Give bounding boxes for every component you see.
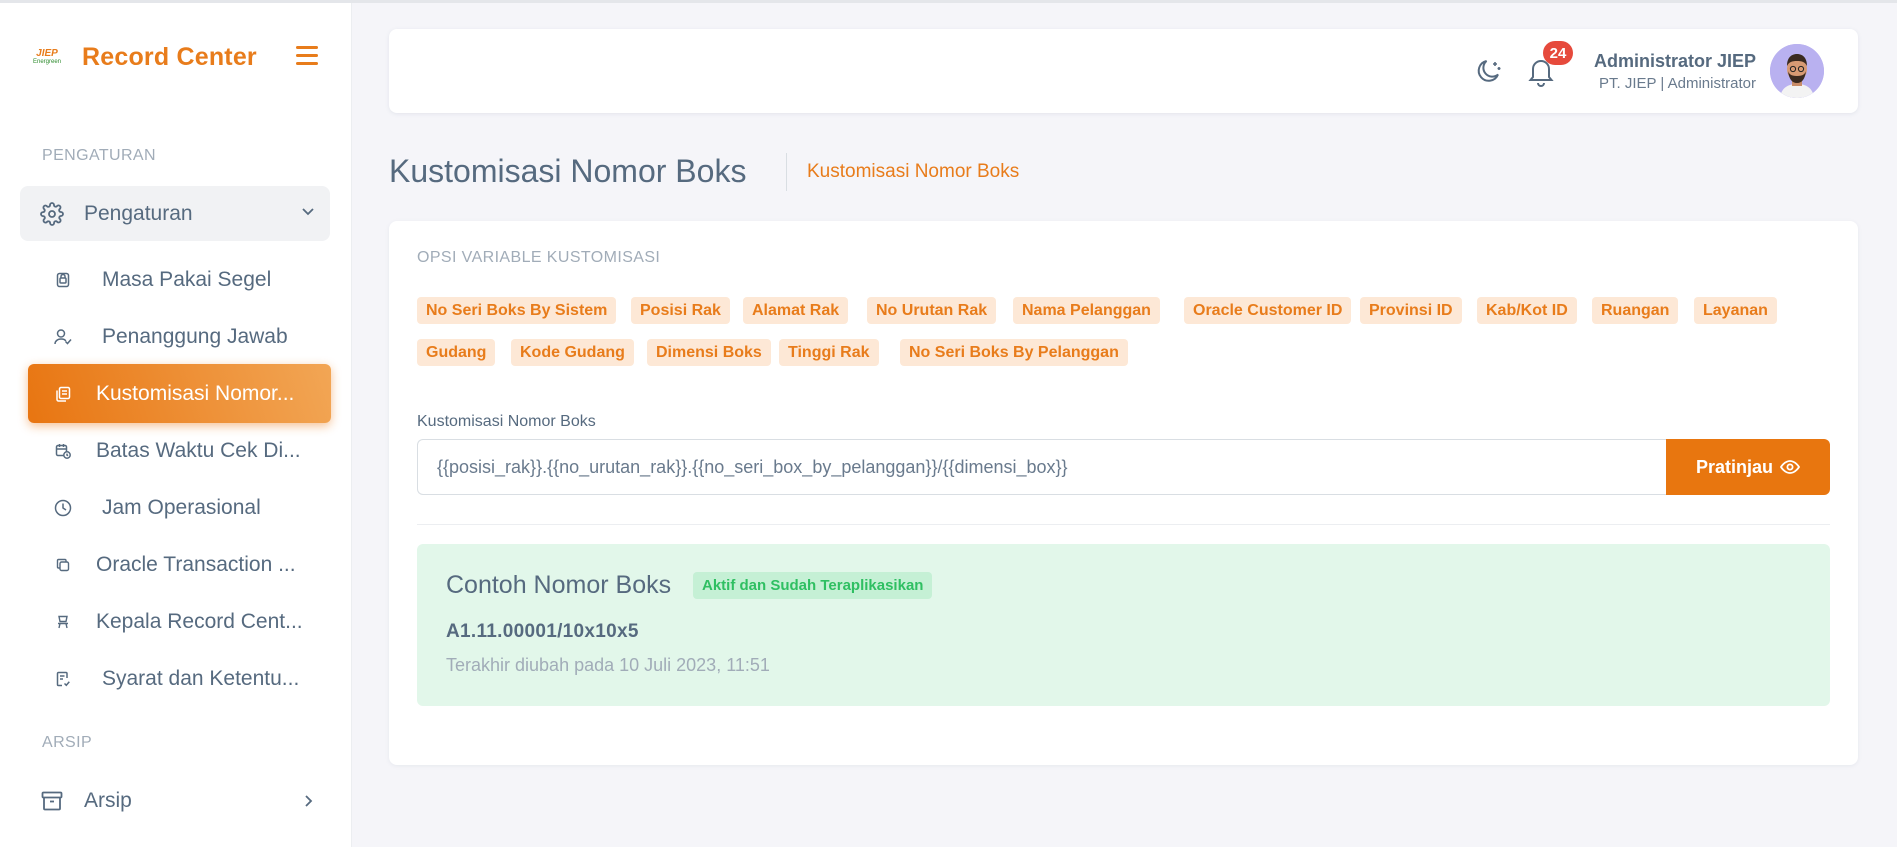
user-name: Administrator JIEP (1593, 51, 1756, 71)
sidebar-item-jam-operasional[interactable]: Jam Operasional (28, 480, 331, 536)
customization-card: OPSI VARIABLE KUSTOMISASI No Seri Boks B… (389, 221, 1858, 765)
title-divider (786, 153, 787, 191)
user-check-icon (54, 328, 72, 346)
variable-chip[interactable]: Gudang (417, 339, 496, 366)
sidebar-item-label: Kustomisasi Nomor... (96, 381, 295, 405)
notification-badge: 24 (1543, 41, 1573, 65)
variable-options-label: OPSI VARIABLE KUSTOMISASI (417, 249, 661, 266)
brand-name: Record Center (82, 42, 257, 71)
breadcrumb[interactable]: Kustomisasi Nomor Boks (807, 161, 1019, 183)
clock-icon (54, 499, 72, 517)
variable-chip[interactable]: Layanan (1694, 297, 1777, 324)
user-info[interactable]: Administrator JIEP PT. JIEP | Administra… (1594, 49, 1756, 95)
variable-chip[interactable]: Dimensi Boks (647, 339, 771, 366)
top-navbar: 24 Administrator JIEP PT. JIEP | Adminis… (389, 29, 1858, 113)
sidebar-item-kustomisasi-nomor[interactable]: Kustomisasi Nomor... (28, 364, 331, 423)
logo-text: JIEP (36, 47, 58, 59)
sidebar-item-syarat-ketentuan[interactable]: Syarat dan Ketentu... (28, 651, 331, 707)
sidebar-item-label: Jam Operasional (102, 496, 261, 519)
sidebar-item-label: Penanggung Jawab (102, 325, 288, 348)
variable-chip[interactable]: Oracle Customer ID (1184, 297, 1352, 324)
preview-button-label: Pratinjau (1695, 456, 1774, 477)
user-role: PT. JIEP | Administrator (1598, 75, 1756, 92)
chevron-down-icon (300, 203, 316, 224)
variable-chip[interactable]: Tinggi Rak (779, 339, 879, 366)
menu-header-pengaturan: PENGATURAN (42, 147, 156, 164)
logo-subtext: Energreen (32, 58, 62, 65)
avatar[interactable] (1770, 44, 1824, 98)
archive-icon (40, 789, 64, 813)
seal-icon (54, 271, 72, 289)
variable-chip[interactable]: Alamat Rak (743, 297, 849, 324)
format-input[interactable] (417, 439, 1666, 495)
menu-header-arsip: ARSIP (42, 734, 93, 751)
section-divider (417, 524, 1830, 525)
format-input-group: Pratinjau (417, 439, 1830, 495)
format-field-label: Kustomisasi Nomor Boks (417, 413, 596, 430)
sidebar-group-label: Pengaturan (84, 201, 193, 225)
example-box: Contoh Nomor Boks Aktif dan Sudah Terapl… (417, 544, 1830, 706)
sidebar-item-oracle-transaction[interactable]: Oracle Transaction ... (28, 537, 331, 593)
calendar-clock-icon (54, 442, 72, 460)
sidebar-item-batas-waktu[interactable]: Batas Waktu Cek Di... (28, 423, 331, 479)
sidebar-item-penanggung-jawab[interactable]: Penanggung Jawab (28, 309, 331, 365)
sidebar-item-label: Kepala Record Cent... (96, 610, 303, 633)
sidebar-group-pengaturan[interactable]: Pengaturan (20, 186, 330, 241)
chevron-right-icon (300, 793, 316, 809)
menu-toggle-icon[interactable] (296, 46, 320, 68)
sidebar-item-label: Syarat dan Ketentu... (102, 667, 300, 690)
document-check-icon (54, 670, 72, 688)
page-title: Kustomisasi Nomor Boks (389, 153, 747, 189)
sidebar-item-label: Masa Pakai Segel (102, 268, 272, 291)
brand[interactable]: JIEP Energreen Record Center (32, 39, 332, 75)
sidebar-group-label: Arsip (84, 789, 132, 812)
variable-chip[interactable]: Provinsi ID (1360, 297, 1462, 324)
variable-chip[interactable]: Ruangan (1592, 297, 1679, 324)
sidebar: JIEP Energreen Record Center PENGATURAN … (0, 3, 352, 847)
sidebar-item-masa-pakai-segel[interactable]: Masa Pakai Segel (28, 252, 331, 308)
copy-icon (54, 385, 72, 403)
moon-icon[interactable] (1474, 56, 1504, 91)
variable-chip[interactable]: No Seri Boks By Sistem (417, 297, 617, 324)
gear-icon (40, 201, 64, 226)
variable-chip[interactable]: Nama Pelanggan (1013, 297, 1160, 324)
example-value: A1.11.00001/10x10x5 (446, 621, 639, 642)
sidebar-item-kepala-record-center[interactable]: Kepala Record Cent... (28, 594, 331, 650)
last-updated-text: Terakhir diubah pada 10 Juli 2023, 11:51 (446, 655, 770, 675)
sidebar-group-arsip[interactable]: Arsip (20, 773, 330, 829)
stack-icon (54, 556, 72, 574)
variable-chip[interactable]: Kab/Kot ID (1477, 297, 1577, 324)
brand-logo: JIEP Energreen (32, 46, 62, 68)
status-badge: Aktif dan Sudah Teraplikasikan (693, 572, 933, 599)
variable-chip[interactable]: Kode Gudang (511, 339, 634, 366)
chair-icon (54, 613, 72, 631)
sidebar-item-label: Oracle Transaction ... (96, 553, 296, 576)
example-title: Contoh Nomor Boks (446, 571, 672, 599)
eye-icon (1780, 460, 1801, 474)
variable-chip[interactable]: No Urutan Rak (867, 297, 997, 324)
preview-button[interactable]: Pratinjau (1666, 439, 1830, 495)
sidebar-item-label: Batas Waktu Cek Di... (96, 439, 301, 462)
variable-chip[interactable]: Posisi Rak (631, 297, 730, 324)
variable-chip[interactable]: No Seri Boks By Pelanggan (900, 339, 1128, 366)
